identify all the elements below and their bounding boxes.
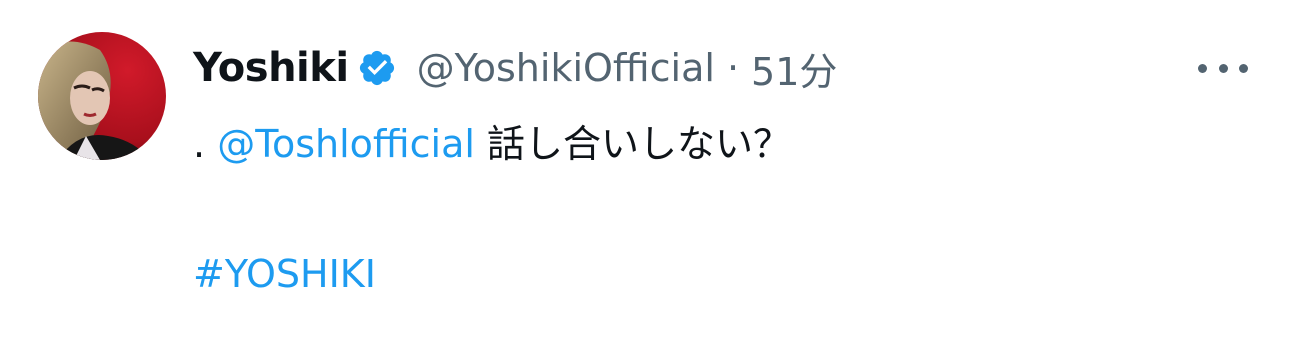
tweet-header: Yoshiki @YoshikiOfficial · 51分 — [193, 38, 837, 98]
text-prefix: . — [193, 122, 206, 166]
tweet-timestamp[interactable]: 51分 — [751, 41, 837, 96]
author-handle[interactable]: @YoshikiOfficial — [417, 46, 715, 90]
header-separator: · — [726, 46, 740, 90]
tweet-card[interactable]: Yoshiki @YoshikiOfficial · 51分 . @Toshlo… — [0, 0, 1299, 344]
author-display-name[interactable]: Yoshiki — [193, 45, 349, 91]
avatar[interactable] — [38, 32, 166, 160]
mention-link[interactable]: @Toshlofficial — [217, 122, 475, 166]
more-options-icon[interactable] — [1198, 48, 1248, 88]
tweet-message: 話し合いしない？ — [487, 122, 792, 166]
hashtag-link[interactable]: #YOSHIKI — [193, 252, 376, 296]
tweet-text-line: . @Toshlofficial 話し合いしない？ — [193, 118, 791, 170]
tweet-hashtag-line: #YOSHIKI — [193, 248, 376, 300]
verified-badge-icon — [357, 48, 397, 88]
avatar-image — [38, 32, 166, 160]
